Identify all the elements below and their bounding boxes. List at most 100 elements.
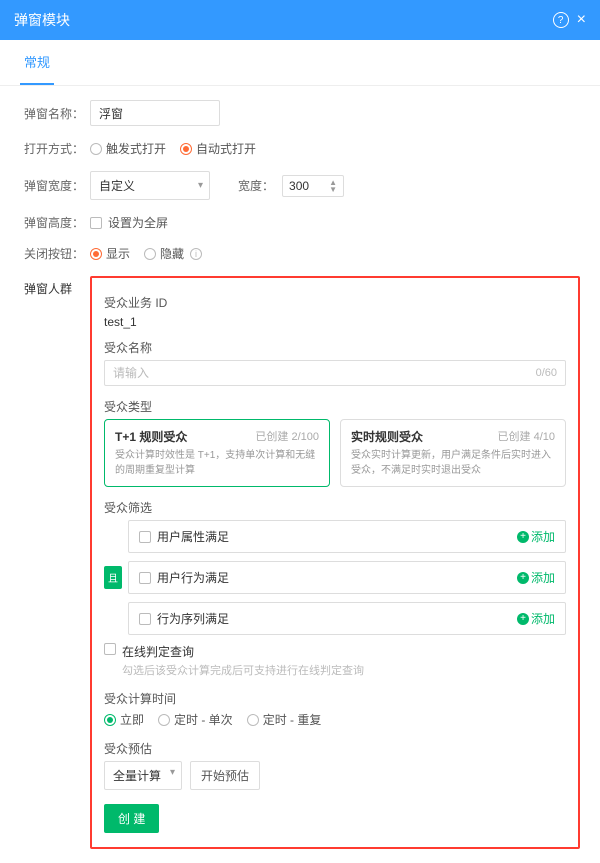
and-tag: 且: [104, 566, 122, 589]
type-card-realtime[interactable]: 实时规则受众 已创建 4/10 受众实时计算更新，用户满足条件后实时进入受众，不…: [340, 419, 566, 487]
filter-add-text: 添加: [531, 569, 555, 586]
radio-dot-icon: [247, 714, 259, 726]
filter-row-user-behavior: 且 用户行为满足 + 添加: [104, 561, 566, 594]
type-card-meta: 已创建 4/10: [498, 428, 555, 445]
calc-time-group: 立即 定时 - 单次 定时 - 重复: [104, 711, 321, 728]
online-check-hint: 勾选后该受众计算完成后可支持进行在线判定查询: [122, 662, 566, 678]
row-width: 弹窗宽度： 自定义 ▾ 宽度： 300 ▲▼: [24, 171, 580, 200]
online-check-row: 在线判定查询: [104, 643, 566, 660]
tab-bar: 常规: [0, 40, 600, 86]
label-bizid: 受众业务 ID: [104, 294, 566, 311]
width-mode-value: 自定义: [99, 177, 135, 194]
fullscreen-checkbox[interactable]: [90, 217, 102, 229]
row-name: 弹窗名称：: [24, 100, 580, 126]
type-card-t1[interactable]: T+1 规则受众 已创建 2/100 受众计算时效性是 T+1，支持单次计算和无…: [104, 419, 330, 487]
filter-add-button[interactable]: + 添加: [517, 610, 555, 627]
online-check-checkbox[interactable]: [104, 643, 116, 655]
audience-name-count: 0/60: [536, 367, 557, 379]
label-estimate: 受众预估: [104, 740, 566, 757]
label-audience-type: 受众类型: [104, 398, 566, 415]
close-btn-group: 显示 隐藏: [90, 245, 184, 262]
tab-general[interactable]: 常规: [20, 40, 54, 85]
help-icon[interactable]: ?: [553, 12, 569, 28]
filter-add-text: 添加: [531, 528, 555, 545]
estimate-mode-value: 全量计算: [113, 769, 161, 783]
label-height: 弹窗高度：: [24, 214, 90, 231]
filter-box: 用户属性满足 + 添加: [128, 520, 566, 553]
plus-icon: +: [517, 613, 529, 625]
row-height: 弹窗高度： 设置为全屏: [24, 214, 580, 231]
radio-hide-label: 隐藏: [160, 245, 184, 262]
audience-type-cards: T+1 规则受众 已创建 2/100 受众计算时效性是 T+1，支持单次计算和无…: [104, 419, 566, 487]
radio-trigger-open[interactable]: 触发式打开: [90, 140, 166, 157]
filter-row-user-attr: 用户属性满足 + 添加: [104, 520, 566, 553]
type-card-head: 实时规则受众 已创建 4/10: [351, 428, 555, 445]
radio-trigger-label: 触发式打开: [106, 140, 166, 157]
estimate-row: 全量计算 ▾ 开始预估: [104, 761, 566, 790]
label-audience-name: 受众名称: [104, 339, 566, 356]
label-close: 关闭按钮：: [24, 245, 90, 262]
filter-checkbox[interactable]: [139, 531, 151, 543]
popup-name-input[interactable]: [90, 100, 220, 126]
radio-close-show[interactable]: 显示: [90, 245, 130, 262]
type-card-desc: 受众计算时效性是 T+1，支持单次计算和无缝的周期重复型计算: [115, 448, 319, 478]
radio-calc-repeat[interactable]: 定时 - 重复: [247, 711, 322, 728]
filter-label: 行为序列满足: [157, 610, 229, 627]
bizid-value: test_1: [104, 315, 566, 329]
fullscreen-label: 设置为全屏: [108, 214, 168, 231]
row-open-mode: 打开方式： 触发式打开 自动式打开: [24, 140, 580, 157]
row-close-btn: 关闭按钮： 显示 隐藏 i: [24, 245, 580, 262]
estimate-mode-select[interactable]: 全量计算 ▾: [104, 761, 182, 790]
filter-box: 行为序列满足 + 添加: [128, 602, 566, 635]
radio-single-label: 定时 - 单次: [174, 711, 233, 728]
label-open: 打开方式：: [24, 140, 90, 157]
filter-checkbox[interactable]: [139, 613, 151, 625]
info-icon[interactable]: i: [190, 248, 202, 260]
label-width-sub: 宽度：: [238, 177, 274, 194]
open-mode-group: 触发式打开 自动式打开: [90, 140, 256, 157]
radio-auto-open[interactable]: 自动式打开: [180, 140, 256, 157]
plus-icon: +: [517, 531, 529, 543]
row-audience: 弹窗人群 受众业务 ID test_1 受众名称 0/60 受众类型 T+1 规…: [24, 276, 580, 849]
audience-side-label: 弹窗人群: [24, 276, 90, 297]
filter-label: 用户行为满足: [157, 569, 229, 586]
label-calc-time: 受众计算时间: [104, 690, 566, 707]
radio-dot-icon: [104, 714, 116, 726]
width-mode-select[interactable]: 自定义 ▾: [90, 171, 210, 200]
plus-icon: +: [517, 572, 529, 584]
audience-name-input[interactable]: [113, 366, 536, 380]
radio-dot-icon: [90, 143, 102, 155]
type-card-title: 实时规则受众: [351, 428, 423, 445]
type-card-title: T+1 规则受众: [115, 428, 187, 445]
width-value-input[interactable]: 300 ▲▼: [282, 175, 344, 197]
type-card-head: T+1 规则受众 已创建 2/100: [115, 428, 319, 445]
radio-calc-single[interactable]: 定时 - 单次: [158, 711, 233, 728]
dialog-title: 弹窗模块: [14, 10, 70, 30]
radio-dot-icon: [90, 248, 102, 260]
radio-now-label: 立即: [120, 711, 144, 728]
header-actions: ? ×: [553, 12, 586, 28]
radio-calc-now[interactable]: 立即: [104, 711, 144, 728]
chevron-down-icon: ▾: [170, 767, 175, 778]
radio-close-hide[interactable]: 隐藏: [144, 245, 184, 262]
chevron-down-icon: ▾: [198, 180, 203, 191]
width-stepper[interactable]: ▲▼: [329, 179, 337, 193]
type-card-desc: 受众实时计算更新，用户满足条件后实时进入受众，不满足时实时退出受众: [351, 448, 555, 478]
online-check-label: 在线判定查询: [122, 643, 194, 660]
close-icon[interactable]: ×: [577, 12, 586, 28]
label-name: 弹窗名称：: [24, 105, 90, 122]
filter-label: 用户属性满足: [157, 528, 229, 545]
radio-dot-icon: [144, 248, 156, 260]
filter-box: 用户行为满足 + 添加: [128, 561, 566, 594]
filter-checkbox[interactable]: [139, 572, 151, 584]
audience-panel: 受众业务 ID test_1 受众名称 0/60 受众类型 T+1 规则受众 已…: [90, 276, 580, 849]
filter-add-button[interactable]: + 添加: [517, 528, 555, 545]
audience-name-field[interactable]: 0/60: [104, 360, 566, 386]
radio-dot-icon: [180, 143, 192, 155]
filter-add-button[interactable]: + 添加: [517, 569, 555, 586]
start-estimate-button[interactable]: 开始预估: [190, 761, 260, 790]
create-button[interactable]: 创 建: [104, 804, 159, 833]
form-body: 弹窗名称： 打开方式： 触发式打开 自动式打开 弹窗宽度： 自定义 ▾ 宽度： …: [0, 86, 600, 863]
filter-row-behavior-seq: 行为序列满足 + 添加: [104, 602, 566, 635]
radio-auto-label: 自动式打开: [196, 140, 256, 157]
